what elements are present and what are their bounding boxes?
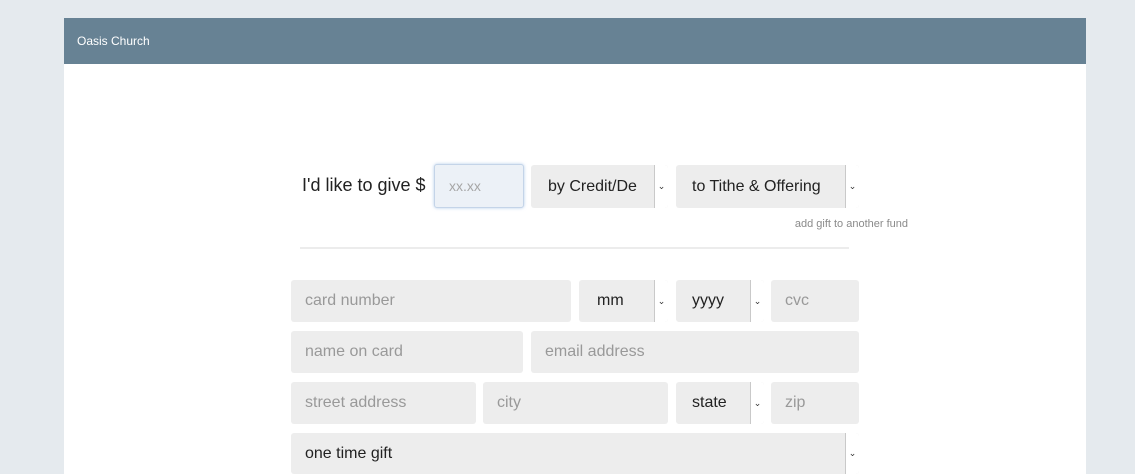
email-input[interactable]: email address (531, 331, 859, 373)
chevron-down-icon: ⌄ (654, 280, 668, 322)
state-select[interactable]: state ⌄ (676, 382, 764, 424)
give-label: I'd like to give $ (302, 175, 426, 195)
chevron-down-icon: ⌄ (845, 433, 859, 474)
payment-method-value: by Credit/De (548, 177, 637, 195)
city-input[interactable]: city (483, 382, 668, 424)
payment-method-select[interactable]: by Credit/De ⌄ (531, 165, 668, 208)
chevron-down-icon: ⌄ (750, 280, 764, 322)
fund-value: to Tithe & Offering (692, 177, 821, 195)
amount-input[interactable]: xx.xx (434, 164, 524, 208)
cvc-input[interactable]: cvc (771, 280, 859, 322)
year-value: yyyy (692, 292, 724, 309)
street-address-input[interactable]: street address (291, 382, 476, 424)
zip-input[interactable]: zip (771, 382, 859, 424)
city-placeholder: city (497, 394, 521, 411)
chevron-down-icon: ⌄ (750, 382, 764, 424)
month-value: mm (597, 292, 624, 309)
chevron-down-icon: ⌄ (845, 165, 859, 208)
card-number-input[interactable]: card number (291, 280, 571, 322)
fund-select[interactable]: to Tithe & Offering ⌄ (676, 165, 859, 208)
card-number-placeholder: card number (305, 292, 395, 309)
add-fund-link[interactable]: add gift to another fund (795, 218, 908, 230)
section-divider (300, 247, 849, 249)
name-placeholder: name on card (305, 343, 403, 360)
email-placeholder: email address (545, 343, 645, 360)
frequency-select[interactable]: one time gift ⌄ (291, 433, 859, 474)
amount-placeholder: xx.xx (449, 178, 481, 194)
month-select[interactable]: mm ⌄ (579, 280, 668, 322)
state-value: state (692, 394, 727, 411)
street-placeholder: street address (305, 394, 407, 411)
cvc-placeholder: cvc (785, 292, 809, 309)
chevron-down-icon: ⌄ (654, 165, 668, 208)
org-name: Oasis Church (77, 34, 150, 48)
zip-placeholder: zip (785, 394, 806, 411)
name-on-card-input[interactable]: name on card (291, 331, 523, 373)
year-select[interactable]: yyyy ⌄ (676, 280, 764, 322)
frequency-value: one time gift (305, 444, 393, 462)
header-bar: Oasis Church (64, 18, 1086, 64)
